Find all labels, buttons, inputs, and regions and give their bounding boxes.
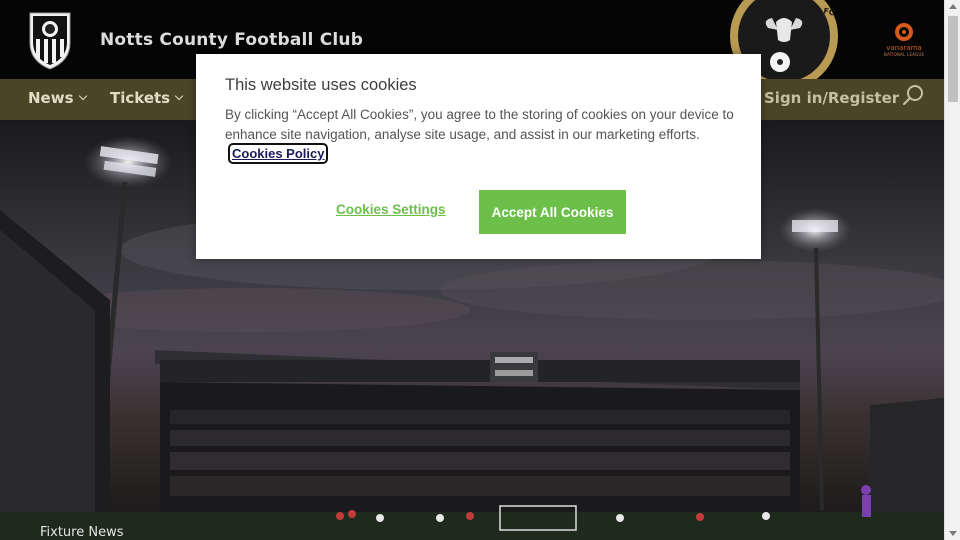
cookie-consent-dialog: This website uses cookies By clicking “A… <box>196 54 761 259</box>
scroll-up-arrow-icon[interactable] <box>949 4 957 9</box>
nav-item-tickets[interactable]: Tickets <box>110 79 184 120</box>
sponsor-subtitle: NATIONAL LEAGUE <box>883 52 925 57</box>
nav-item-label: Tickets <box>110 89 171 107</box>
nav-item-news[interactable]: News <box>28 79 87 120</box>
sponsor-logo[interactable]: vanarama NATIONAL LEAGUE <box>882 22 926 58</box>
page-scrollbar[interactable] <box>944 0 960 540</box>
hero-caption[interactable]: Fixture News <box>40 525 124 540</box>
cookie-dialog-body: By clicking “Accept All Cookies”, you ag… <box>225 107 734 142</box>
scroll-thumb[interactable] <box>948 16 958 102</box>
nav-item-label: News <box>28 89 74 107</box>
sign-in-register-link[interactable]: Sign in/Register <box>764 79 899 118</box>
cookie-dialog-title: This website uses cookies <box>225 76 417 94</box>
club-crest-logo[interactable] <box>27 9 73 71</box>
chevron-down-icon <box>78 91 87 101</box>
chevron-down-icon <box>174 91 184 101</box>
sponsor-name: vanarama <box>886 44 922 52</box>
cookies-settings-button[interactable]: Cookies Settings <box>336 202 446 217</box>
search-icon[interactable] <box>903 84 925 106</box>
site-title[interactable]: Notts County Football Club <box>100 30 363 50</box>
cookies-policy-link[interactable]: Cookies Policy <box>227 143 329 164</box>
accept-all-cookies-button[interactable]: Accept All Cookies <box>479 190 626 234</box>
scroll-down-arrow-icon[interactable] <box>949 531 957 536</box>
sponsor-icon <box>895 23 913 41</box>
